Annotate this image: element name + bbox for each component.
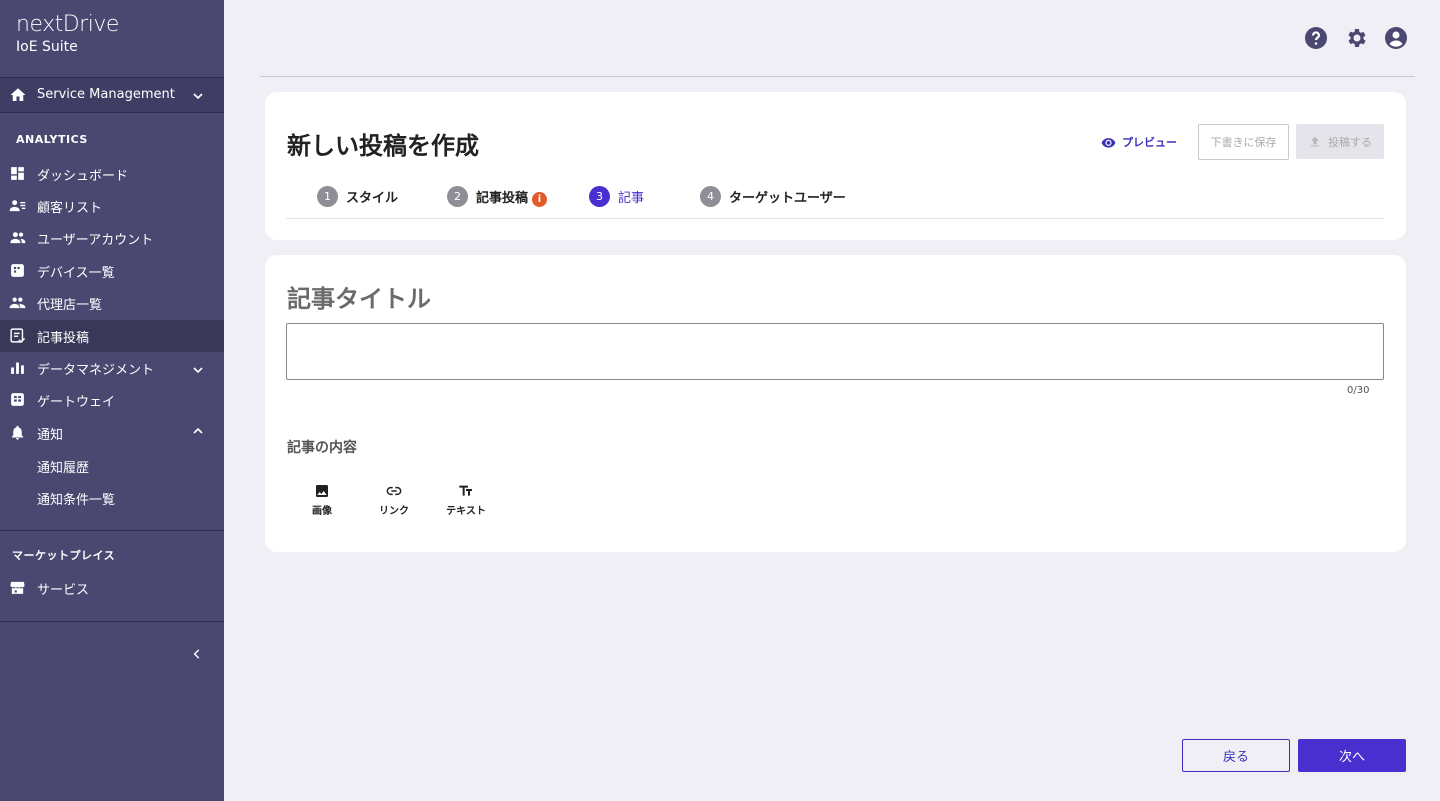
eye-icon xyxy=(1101,137,1116,147)
page-title: 新しい投稿を作成 xyxy=(287,132,479,160)
sidebar-item-services[interactable]: サービス xyxy=(0,572,224,604)
sidebar-item-article-post[interactable]: 記事投稿 xyxy=(0,320,224,352)
publish-label: 投稿する xyxy=(1328,135,1372,149)
step-article-post[interactable]: 2 記事投稿 i xyxy=(447,186,548,207)
add-image-button[interactable]: 画像 xyxy=(292,483,352,517)
add-link-button[interactable]: リンク xyxy=(364,483,424,517)
help-icon[interactable] xyxy=(1304,26,1328,50)
save-draft-button[interactable]: 下書きに保存 xyxy=(1198,124,1289,160)
next-button[interactable]: 次へ xyxy=(1298,739,1406,772)
step-number: 1 xyxy=(317,186,338,207)
sidebar-item-agencies[interactable]: 代理店一覧 xyxy=(0,287,224,319)
step-style[interactable]: 1 スタイル xyxy=(317,186,398,207)
article-content-label: 記事の内容 xyxy=(287,440,357,456)
device-icon xyxy=(11,264,24,277)
sidebar-item-user-accounts[interactable]: ユーザーアカウント xyxy=(0,222,224,254)
sidebar-item-label: 通知 xyxy=(37,428,64,443)
sidebar-item-customer-list[interactable]: 顧客リスト xyxy=(0,190,224,222)
sidebar-item-label: デバイス一覧 xyxy=(37,266,115,281)
chart-icon xyxy=(11,362,24,374)
publish-button[interactable]: 投稿する xyxy=(1296,124,1384,159)
sidebar-item-label: 顧客リスト xyxy=(37,201,103,216)
bell-icon xyxy=(11,425,24,440)
customer-list-icon xyxy=(9,200,26,212)
sidebar: nextDrive IoE Suite Service Management A… xyxy=(0,0,224,801)
preview-label: プレビュー xyxy=(1122,136,1177,149)
sidebar-item-label: ダッシュボード xyxy=(37,169,129,184)
sidebar-subitem-notification-conditions[interactable]: 通知条件一覧 xyxy=(37,489,115,508)
article-editor-card: 記事タイトル 0/30 記事の内容 画像 リンク テキスト xyxy=(265,255,1406,552)
sidebar-item-notifications[interactable]: 通知 xyxy=(0,417,224,449)
sidebar-item-label: サービス xyxy=(37,583,90,598)
text-icon xyxy=(459,485,472,496)
character-counter: 0/30 xyxy=(1347,385,1370,396)
chevron-up-icon xyxy=(193,427,203,434)
preview-button[interactable]: プレビュー xyxy=(1101,134,1177,150)
brand-subtitle: IoE Suite xyxy=(16,39,78,55)
sidebar-item-devices[interactable]: デバイス一覧 xyxy=(0,255,224,287)
dashboard-icon xyxy=(11,167,24,180)
info-warning-icon: i xyxy=(532,192,548,207)
account-icon[interactable] xyxy=(1384,26,1408,50)
step-number: 3 xyxy=(589,186,610,207)
agency-icon xyxy=(9,297,26,309)
sidebar-item-dashboard[interactable]: ダッシュボード xyxy=(0,158,224,190)
tool-label: テキスト xyxy=(446,506,486,517)
sidebar-item-label: 代理店一覧 xyxy=(37,298,103,313)
sidebar-item-label: ゲートウェイ xyxy=(37,395,116,410)
upload-icon xyxy=(1310,136,1320,147)
sidebar-divider xyxy=(0,530,224,531)
chevron-down-icon xyxy=(193,367,203,374)
step-number: 4 xyxy=(700,186,721,207)
service-management-selector[interactable]: Service Management xyxy=(0,77,224,113)
sidebar-item-label: ユーザーアカウント xyxy=(37,233,154,248)
step-article[interactable]: 3 記事 xyxy=(589,186,644,207)
tool-label: 画像 xyxy=(312,506,332,517)
store-icon xyxy=(10,581,25,594)
stepper: 1 スタイル 2 記事投稿 i 3 記事 4 ターゲットユーザー xyxy=(286,184,1384,219)
article-title-heading: 記事タイトル xyxy=(287,285,431,313)
article-icon xyxy=(10,328,26,343)
service-management-label: Service Management xyxy=(37,87,175,102)
analytics-section-title: ANALYTICS xyxy=(16,133,88,146)
marketplace-section-title: マーケットプレイス xyxy=(12,549,116,562)
post-header-card: 新しい投稿を作成 プレビュー 下書きに保存 投稿する 1 スタイル 2 記事投稿… xyxy=(265,92,1406,240)
brand-logo[interactable]: nextDrive IoE Suite xyxy=(16,12,119,55)
sidebar-item-label: データマネジメント xyxy=(37,363,155,378)
link-icon xyxy=(386,486,402,496)
gateway-icon xyxy=(11,393,24,406)
sidebar-item-label: 記事投稿 xyxy=(37,331,90,346)
sidebar-subitem-notification-history[interactable]: 通知履歴 xyxy=(37,457,89,476)
header-divider xyxy=(260,76,1415,77)
gear-icon[interactable] xyxy=(1344,26,1368,50)
step-label: 記事投稿 xyxy=(476,191,529,206)
step-target-users[interactable]: 4 ターゲットユーザー xyxy=(700,186,846,207)
back-button[interactable]: 戻る xyxy=(1182,739,1290,772)
users-icon xyxy=(10,232,26,244)
tool-label: リンク xyxy=(379,506,409,517)
chevron-left-icon[interactable] xyxy=(190,646,204,662)
sidebar-item-data-management[interactable]: データマネジメント xyxy=(0,352,224,384)
add-text-button[interactable]: テキスト xyxy=(436,483,496,517)
step-label: ターゲットユーザー xyxy=(729,191,846,206)
sidebar-divider xyxy=(0,621,224,622)
chevron-down-icon xyxy=(193,93,203,100)
step-label: スタイル xyxy=(346,191,399,206)
home-icon xyxy=(10,88,26,101)
sidebar-item-gateway[interactable]: ゲートウェイ xyxy=(0,384,224,416)
brand-name: nextDrive xyxy=(16,12,119,37)
image-icon xyxy=(316,485,328,497)
step-label: 記事 xyxy=(618,191,645,206)
article-title-input[interactable] xyxy=(286,323,1384,380)
step-number: 2 xyxy=(447,186,468,207)
